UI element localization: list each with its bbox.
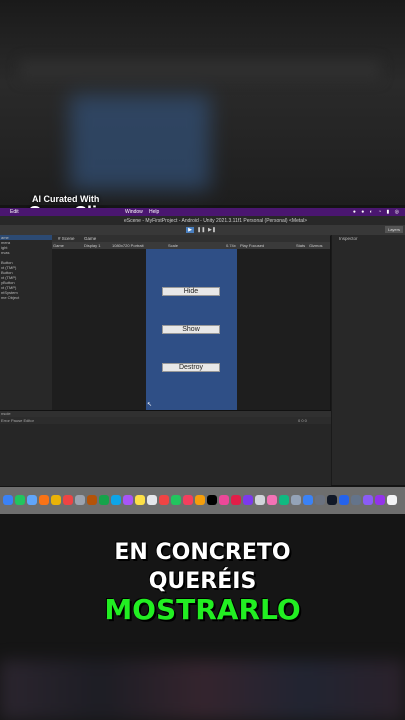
view-tabs: # Scene Game (52, 235, 330, 242)
console-toolbar: Error Pause Editor 0 0 0 (0, 417, 331, 424)
tab-game[interactable]: Game (84, 236, 96, 241)
play-mode-dropdown[interactable]: Play Focused (240, 243, 264, 248)
console-counts: 0 0 0 (298, 418, 307, 423)
window-titlebar: eScene - MyFirstProject - Android - Unit… (0, 216, 405, 225)
dock-app-icon[interactable] (279, 495, 289, 505)
dock-app-icon[interactable] (111, 495, 121, 505)
scale-value[interactable]: 0.74x (226, 243, 236, 248)
console-toolbar-label[interactable]: Error Pause Editor (1, 418, 34, 423)
dock-app-icon[interactable] (123, 495, 133, 505)
menu-edit[interactable]: Edit (10, 209, 19, 215)
show-button[interactable]: Show (162, 325, 220, 334)
dock-app-icon[interactable] (363, 495, 373, 505)
layers-dropdown[interactable]: Layers (385, 226, 403, 233)
dock-app-icon[interactable] (267, 495, 277, 505)
inspector-panel: Inspector (331, 235, 405, 485)
dock-app-icon[interactable] (303, 495, 313, 505)
dock-app-icon[interactable] (147, 495, 157, 505)
hierarchy-panel: ame mera ight nvas Button xt (TMP) Butto… (0, 235, 53, 410)
menu-help[interactable]: Help (149, 209, 159, 215)
dock-app-icon[interactable] (219, 495, 229, 505)
dock-app-icon[interactable] (75, 495, 85, 505)
dock-app-icon[interactable] (315, 495, 325, 505)
dock-app-icon[interactable] (231, 495, 241, 505)
tab-scene[interactable]: # Scene (58, 236, 75, 241)
blurred-game-view (70, 95, 210, 190)
dock-app-icon[interactable] (99, 495, 109, 505)
stats-toggle[interactable]: Stats (296, 243, 305, 248)
menu-window[interactable]: Window (125, 209, 143, 215)
dock-app-icon[interactable] (171, 495, 181, 505)
gizmos-toggle[interactable]: Gizmos (309, 243, 323, 248)
macos-menubar: Edit Window Help ● ● ◐ ◔ ▮ ◎ (0, 208, 405, 216)
dock-app-icon[interactable] (351, 495, 361, 505)
blurred-footer (0, 660, 405, 720)
dock-app-icon[interactable] (3, 495, 13, 505)
dock-app-icon[interactable] (159, 495, 169, 505)
resolution-dropdown[interactable]: 1080x720 Portrait (112, 243, 144, 248)
dock-app-icon[interactable] (27, 495, 37, 505)
caption-line3: MOSTRARLO (104, 593, 301, 626)
blurred-header (20, 60, 380, 80)
hierarchy-item[interactable]: me Object (0, 295, 52, 300)
dock-app-icon[interactable] (339, 495, 349, 505)
dock-app-icon[interactable] (327, 495, 337, 505)
scale-label: Scale (168, 243, 179, 248)
window-title: eScene - MyFirstProject - Android - Unit… (124, 218, 308, 224)
dock-app-icon[interactable] (183, 495, 193, 505)
caption-line2: QUERÉIS (148, 569, 257, 594)
dock-app-icon[interactable] (51, 495, 61, 505)
pause-button[interactable]: ❚❚ (197, 227, 205, 233)
dock-app-icon[interactable] (195, 495, 205, 505)
step-button[interactable]: ▶❚ (208, 227, 216, 233)
console-panel: nsole Error Pause Editor 0 0 0 (0, 410, 331, 486)
dock-app-icon[interactable] (87, 495, 97, 505)
dock-app-icon[interactable] (387, 495, 397, 505)
destroy-button[interactable]: Destroy (162, 363, 220, 372)
dock-app-icon[interactable] (207, 495, 217, 505)
display-mode-dropdown[interactable]: Game (53, 243, 64, 248)
hide-button[interactable]: Hide (162, 287, 220, 296)
status-icons: ● ● ◐ ◔ ▮ ◎ (352, 209, 401, 215)
dock-app-icon[interactable] (375, 495, 385, 505)
console-tab[interactable]: nsole (1, 411, 11, 416)
game-view-toolbar: Game Display 1 1080x720 Portrait Scale 0… (52, 242, 330, 249)
dock-app-icon[interactable] (15, 495, 25, 505)
play-button[interactable]: ▶ (186, 227, 194, 233)
dock-app-icon[interactable] (291, 495, 301, 505)
dock-app-icon[interactable] (39, 495, 49, 505)
dock-app-icon[interactable] (135, 495, 145, 505)
display-dropdown[interactable]: Display 1 (84, 243, 100, 248)
dock-app-icon[interactable] (63, 495, 73, 505)
dock-app-icon[interactable] (243, 495, 253, 505)
caption-line1: EN CONCRETO (114, 540, 291, 565)
inspector-title[interactable]: Inspector (339, 236, 358, 241)
mouse-cursor-icon: ↖ (147, 402, 153, 408)
dock-app-icon[interactable] (255, 495, 265, 505)
